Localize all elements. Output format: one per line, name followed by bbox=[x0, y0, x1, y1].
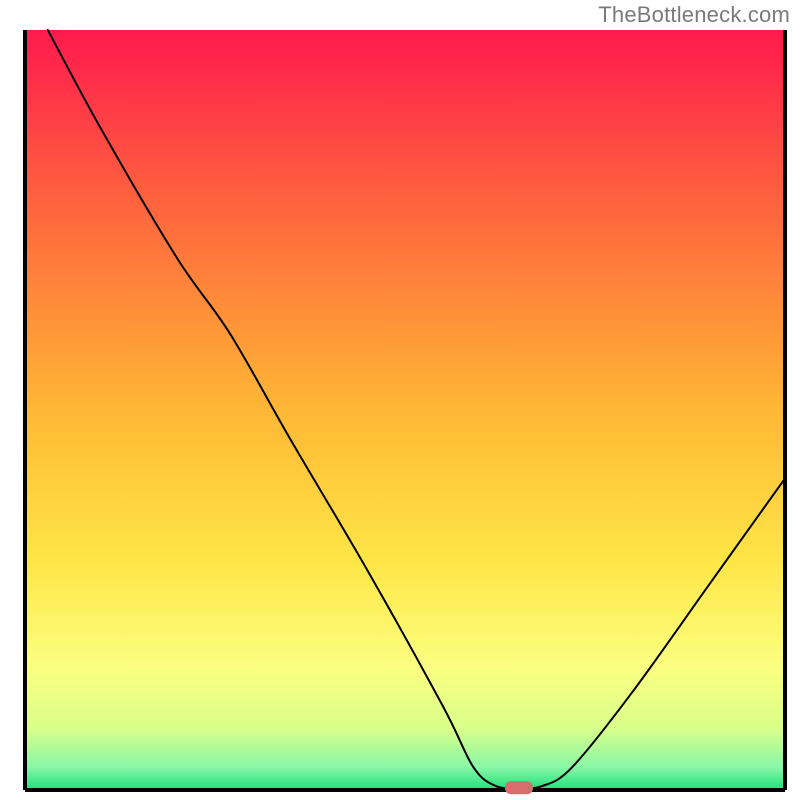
bottleneck-chart bbox=[0, 0, 800, 800]
plot-background bbox=[25, 30, 785, 790]
chart-container: TheBottleneck.com bbox=[0, 0, 800, 800]
highlight-marker bbox=[505, 781, 533, 794]
watermark-text: TheBottleneck.com bbox=[598, 2, 790, 28]
